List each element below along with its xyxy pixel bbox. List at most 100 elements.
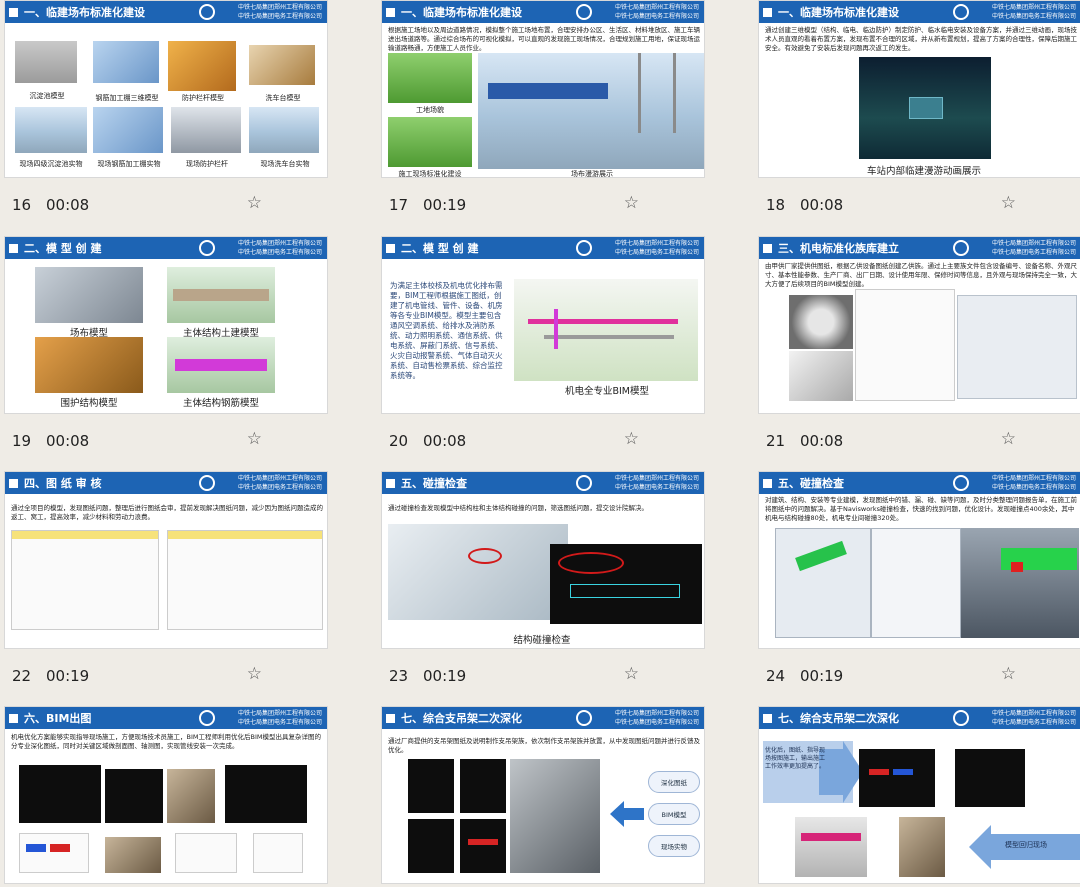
slide-thumbnail-19[interactable]: 二、模 型 创 建 中铁七局集团郑州工程有限公司 中铁七局集团电务工程有限公司 场… bbox=[4, 236, 328, 468]
label-deepened-drawing: 深化图纸 bbox=[648, 771, 700, 793]
slide-title: 七、综合支吊架二次深化 bbox=[778, 712, 899, 725]
guardrail-model-image bbox=[168, 41, 236, 91]
slide-preview[interactable]: 四、图 纸 审 核 中铁七局集团郑州工程有限公司 中铁七局集团电务工程有限公司 通… bbox=[4, 471, 328, 649]
slide-body-text: 由甲供厂家提供供图纸，根据乙供设备图纸创建乙供族。通过上主要族文件包含设备编号、… bbox=[765, 262, 1077, 288]
slide-thumbnail-17[interactable]: 一、临建场布标准化建设 中铁七局集团郑州工程有限公司 中铁七局集团电务工程有限公司… bbox=[381, 0, 705, 232]
cooling-tower-family-image bbox=[789, 351, 853, 401]
slide-body-text: 通过厂商提供的支吊架图纸及说明制作支吊架族，依次制作支吊架族并放置，从中发现图纸… bbox=[388, 737, 700, 754]
slide-title: 四、图 纸 审 核 bbox=[24, 477, 102, 490]
caption: 防护栏杆模型 bbox=[182, 94, 224, 102]
slide-duration: 00:19 bbox=[46, 667, 90, 685]
navisworks-window-left bbox=[775, 528, 871, 638]
slide-header: 四、图 纸 审 核 中铁七局集团郑州工程有限公司 中铁七局集团电务工程有限公司 bbox=[5, 472, 327, 494]
company-logo-icon bbox=[576, 240, 592, 256]
slide-preview[interactable]: 七、综合支吊架二次深化 中铁七局集团郑州工程有限公司 中铁七局集团电务工程有限公司… bbox=[758, 706, 1080, 884]
slide-title: 一、临建场布标准化建设 bbox=[401, 6, 522, 19]
slide-meta: 22 00:19 ☆ bbox=[4, 649, 328, 703]
slide-duration: 00:08 bbox=[800, 196, 844, 214]
slide-title: 六、BIM出图 bbox=[24, 712, 92, 725]
caption: 现场防护栏杆 bbox=[186, 160, 228, 168]
favorite-star-icon[interactable]: ☆ bbox=[1001, 664, 1016, 684]
slide-header: 七、综合支吊架二次深化 中铁七局集团郑州工程有限公司 中铁七局集团电务工程有限公司 bbox=[759, 707, 1080, 729]
slide-thumbnail-24[interactable]: 五、碰撞检查 中铁七局集团郑州工程有限公司 中铁七局集团电务工程有限公司 对建筑、… bbox=[758, 471, 1080, 703]
company-names: 中铁七局集团郑州工程有限公司 中铁七局集团电务工程有限公司 bbox=[237, 475, 322, 491]
favorite-star-icon[interactable]: ☆ bbox=[624, 193, 639, 213]
slide-meta: 16 00:08 ☆ bbox=[4, 178, 328, 232]
slide-preview[interactable]: 七、综合支吊架二次深化 中铁七局集团郑州工程有限公司 中铁七局集团电务工程有限公司… bbox=[381, 706, 705, 884]
caption: 主体结构钢筋模型 bbox=[182, 398, 259, 409]
caption: 车站内部临建漫游动画展示 bbox=[866, 166, 981, 177]
favorite-star-icon[interactable]: ☆ bbox=[247, 193, 262, 213]
slide-preview[interactable]: 一、临建场布标准化建设 中铁七局集团郑州工程有限公司 中铁七局集团电务工程有限公司… bbox=[381, 0, 705, 178]
slide-duration: 00:08 bbox=[46, 432, 90, 450]
slide-title: 三、机电标准化族库建立 bbox=[778, 242, 899, 255]
favorite-star-icon[interactable]: ☆ bbox=[624, 429, 639, 449]
slide-preview[interactable]: 二、模 型 创 建 中铁七局集团郑州工程有限公司 中铁七局集团电务工程有限公司 场… bbox=[4, 236, 328, 414]
caption: 钢筋加工棚三维模型 bbox=[95, 94, 159, 102]
caption: 沉淀池模型 bbox=[29, 92, 65, 100]
slide-duration: 00:08 bbox=[423, 432, 467, 450]
slide-preview[interactable]: 五、碰撞检查 中铁七局集团郑州工程有限公司 中铁七局集团电务工程有限公司 通过碰撞… bbox=[381, 471, 705, 649]
drawing-sheet-image bbox=[175, 833, 237, 873]
company-names: 中铁七局集团郑州工程有限公司 中铁七局集团电务工程有限公司 bbox=[991, 710, 1076, 726]
label-bim-model: BIM模型 bbox=[648, 803, 700, 825]
slide-preview[interactable]: 二、模 型 创 建 中铁七局集团郑州工程有限公司 中铁七局集团电务工程有限公司 为… bbox=[381, 236, 705, 414]
hanger-drawing-image bbox=[460, 759, 506, 813]
drawing-sheet-image bbox=[253, 833, 303, 873]
section-drawing-image bbox=[19, 833, 89, 873]
clash-cad-view bbox=[550, 544, 702, 624]
favorite-star-icon[interactable]: ☆ bbox=[247, 429, 262, 449]
caption: 现场钢筋加工棚实物 bbox=[97, 160, 161, 168]
slide-thumbnail-23[interactable]: 五、碰撞检查 中铁七局集团郑州工程有限公司 中铁七局集团电务工程有限公司 通过碰撞… bbox=[381, 471, 705, 703]
favorite-star-icon[interactable]: ☆ bbox=[1001, 429, 1016, 449]
company-names: 中铁七局集团郑州工程有限公司 中铁七局集团电务工程有限公司 bbox=[991, 4, 1076, 20]
arrow-left-icon bbox=[610, 801, 644, 827]
slide-thumbnail-22[interactable]: 四、图 纸 审 核 中铁七局集团郑州工程有限公司 中铁七局集团电务工程有限公司 通… bbox=[4, 471, 328, 703]
site-photo bbox=[105, 837, 161, 873]
hanger-model-image bbox=[460, 819, 506, 873]
slide-thumbnail-25[interactable]: 六、BIM出图 中铁七局集团郑州工程有限公司 中铁七局集团电务工程有限公司 机电优… bbox=[4, 706, 328, 884]
slide-thumbnail-26[interactable]: 七、综合支吊架二次深化 中铁七局集团郑州工程有限公司 中铁七局集团电务工程有限公司… bbox=[381, 706, 705, 884]
slide-thumbnail-18[interactable]: 一、临建场布标准化建设 中铁七局集团郑州工程有限公司 中铁七局集团电务工程有限公司… bbox=[758, 0, 1080, 232]
slide-sorter-grid: 一、临建场布标准化建设 中铁七局集团郑州工程有限公司 中铁七局集团电务工程有限公司… bbox=[0, 0, 1080, 887]
company-logo-icon bbox=[953, 710, 969, 726]
favorite-star-icon[interactable]: ☆ bbox=[624, 664, 639, 684]
family-spec-sheet bbox=[855, 289, 955, 401]
company-names: 中铁七局集团郑州工程有限公司 中铁七局集团电务工程有限公司 bbox=[991, 475, 1076, 491]
site-photo bbox=[249, 107, 319, 153]
slide-number: 18 bbox=[766, 196, 786, 214]
slide-duration: 00:19 bbox=[423, 196, 467, 214]
slide-number: 19 bbox=[12, 432, 32, 450]
company-logo-icon bbox=[953, 4, 969, 20]
slide-thumbnail-20[interactable]: 二、模 型 创 建 中铁七局集团郑州工程有限公司 中铁七局集团电务工程有限公司 为… bbox=[381, 236, 705, 468]
enclosure-structure-model-image bbox=[35, 337, 143, 393]
slide-duration: 00:19 bbox=[423, 667, 467, 685]
hanger-site-photo bbox=[510, 759, 600, 873]
caption: 现场洗车台实物 bbox=[260, 160, 310, 168]
slide-thumbnail-27[interactable]: 七、综合支吊架二次深化 中铁七局集团郑州工程有限公司 中铁七局集团电务工程有限公司… bbox=[758, 706, 1080, 884]
slide-number: 16 bbox=[12, 196, 32, 214]
favorite-star-icon[interactable]: ☆ bbox=[1001, 193, 1016, 213]
slide-preview[interactable]: 六、BIM出图 中铁七局集团郑州工程有限公司 中铁七局集团电务工程有限公司 机电优… bbox=[4, 706, 328, 884]
slide-preview[interactable]: 一、临建场布标准化建设 中铁七局集团郑州工程有限公司 中铁七局集团电务工程有限公司… bbox=[4, 0, 328, 178]
company-logo-icon bbox=[199, 710, 215, 726]
slide-title: 二、模 型 创 建 bbox=[24, 242, 102, 255]
slide-preview[interactable]: 三、机电标准化族库建立 中铁七局集团郑州工程有限公司 中铁七局集团电务工程有限公司… bbox=[758, 236, 1080, 414]
company-names: 中铁七局集团郑州工程有限公司 中铁七局集团电务工程有限公司 bbox=[991, 240, 1076, 256]
company-names: 中铁七局集团郑州工程有限公司 中铁七局集团电务工程有限公司 bbox=[614, 4, 699, 20]
slide-title: 五、碰撞检查 bbox=[401, 477, 467, 490]
slide-header: 七、综合支吊架二次深化 中铁七局集团郑州工程有限公司 中铁七局集团电务工程有限公司 bbox=[382, 707, 704, 729]
company-names: 中铁七局集团郑州工程有限公司 中铁七局集团电务工程有限公司 bbox=[614, 240, 699, 256]
company-logo-icon bbox=[199, 240, 215, 256]
company-names: 中铁七局集团郑州工程有限公司 中铁七局集团电务工程有限公司 bbox=[614, 475, 699, 491]
slide-preview[interactable]: 一、临建场布标准化建设 中铁七局集团郑州工程有限公司 中铁七局集团电务工程有限公司… bbox=[758, 0, 1080, 178]
slide-preview[interactable]: 五、碰撞检查 中铁七局集团郑州工程有限公司 中铁七局集团电务工程有限公司 对建筑、… bbox=[758, 471, 1080, 649]
slide-header: 五、碰撞检查 中铁七局集团郑州工程有限公司 中铁七局集团电务工程有限公司 bbox=[759, 472, 1080, 494]
slide-body-text: 通过碰撞检查发现模型中结构柱和主体结构碰撞的问题，筛选图纸问题，提交设计院解决。 bbox=[388, 504, 648, 512]
slide-header: 二、模 型 创 建 中铁七局集团郑州工程有限公司 中铁七局集团电务工程有限公司 bbox=[5, 237, 327, 259]
slide-thumbnail-16[interactable]: 一、临建场布标准化建设 中铁七局集团郑州工程有限公司 中铁七局集团电务工程有限公司… bbox=[4, 0, 328, 232]
fan-family-image bbox=[789, 295, 853, 349]
slide-title: 一、临建场布标准化建设 bbox=[24, 6, 145, 19]
favorite-star-icon[interactable]: ☆ bbox=[247, 664, 262, 684]
slide-thumbnail-21[interactable]: 三、机电标准化族库建立 中铁七局集团郑州工程有限公司 中铁七局集团电务工程有限公司… bbox=[758, 236, 1080, 468]
